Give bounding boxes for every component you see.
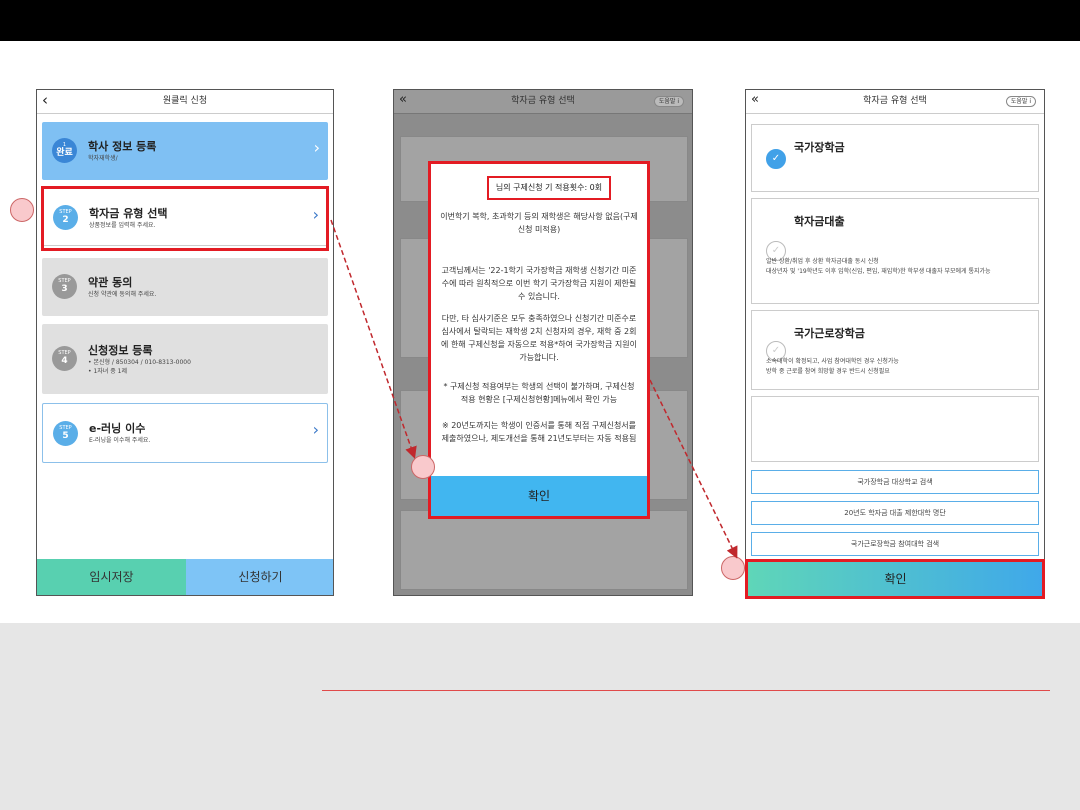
flow-arrows [330, 219, 738, 559]
arrow-step2-to-dialog [330, 219, 417, 459]
divider [322, 690, 1050, 691]
bottom-panel [0, 623, 1080, 810]
arrow-dialog-to-confirm [649, 379, 738, 559]
